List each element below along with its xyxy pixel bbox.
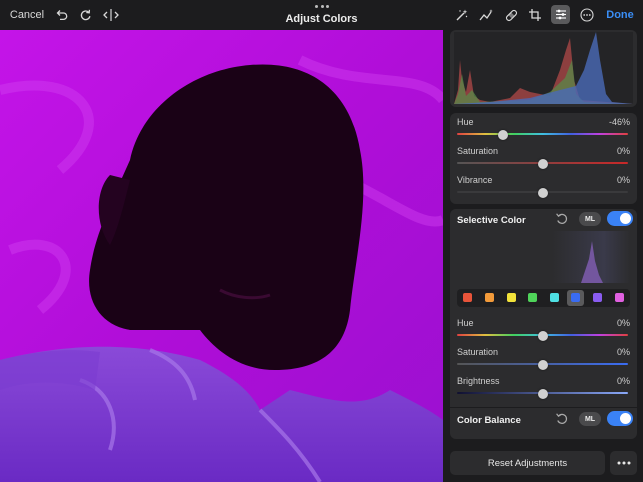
selective-brightness-label: Brightness xyxy=(457,376,500,386)
cancel-button[interactable]: Cancel xyxy=(8,0,46,30)
crop-icon[interactable] xyxy=(526,0,544,30)
ml-enhance-icon[interactable] xyxy=(477,0,495,30)
footer-more-icon[interactable] xyxy=(610,451,637,475)
more-options-icon[interactable] xyxy=(578,0,596,30)
selective-color-card: Selective Color ML Hue 0% Saturation 0% … xyxy=(450,209,637,439)
selective-color-toggle[interactable] xyxy=(607,211,633,226)
selective-hue-value: 0% xyxy=(616,318,630,328)
adjust-icon[interactable] xyxy=(551,5,570,24)
revert-icon[interactable] xyxy=(76,0,94,30)
more-handle[interactable] xyxy=(315,5,329,9)
divider xyxy=(450,407,637,408)
hue-slider-knob[interactable] xyxy=(498,130,509,140)
hue-value: -46% xyxy=(608,117,630,127)
adjustments-panel: Hue -46% Saturation 0% Vibrance 0% Selec… xyxy=(444,30,643,482)
color-swatch-6[interactable] xyxy=(593,293,603,302)
done-label: Done xyxy=(606,9,634,21)
hue-label: Hue xyxy=(457,117,474,127)
color-swatch-3[interactable] xyxy=(528,293,538,302)
hue-slider[interactable] xyxy=(457,133,628,135)
reset-adjustments-label: Reset Adjustments xyxy=(487,457,568,469)
photo-canvas[interactable] xyxy=(0,30,443,482)
selective-color-histogram xyxy=(457,231,630,283)
color-swatch-7[interactable] xyxy=(614,293,624,302)
histogram xyxy=(454,32,633,104)
basic-adjustments-card: Hue -46% Saturation 0% Vibrance 0% xyxy=(450,113,637,204)
selective-saturation-value: 0% xyxy=(616,347,630,357)
saturation-label: Saturation xyxy=(457,146,499,156)
color-balance-toggle[interactable] xyxy=(607,411,633,426)
selective-brightness-slider-knob[interactable] xyxy=(537,389,548,399)
selective-saturation-slider-knob[interactable] xyxy=(537,360,548,370)
top-toolbar: Cancel Adjust Colors Done xyxy=(0,0,643,30)
page-title: Adjust Colors xyxy=(285,13,358,25)
vibrance-label: Vibrance xyxy=(457,175,493,185)
color-swatch-1[interactable] xyxy=(484,293,494,302)
vibrance-value: 0% xyxy=(616,175,630,185)
magic-wand-icon[interactable] xyxy=(452,0,470,30)
color-swatch-4[interactable] xyxy=(549,293,559,302)
bandage-icon[interactable] xyxy=(502,0,520,30)
selective-hue-label: Hue xyxy=(457,318,474,328)
color-balance-reset-icon[interactable] xyxy=(555,412,569,426)
color-balance-ml-button[interactable]: ML xyxy=(579,412,601,426)
edited-photo xyxy=(0,30,443,482)
color-swatch-bar xyxy=(457,289,630,307)
saturation-slider-knob[interactable] xyxy=(537,159,548,169)
compare-icon[interactable] xyxy=(100,0,122,30)
color-balance-title: Color Balance xyxy=(457,415,521,426)
cancel-label: Cancel xyxy=(9,9,45,21)
selective-saturation-label: Saturation xyxy=(457,347,499,357)
vibrance-slider-knob[interactable] xyxy=(537,188,548,198)
color-swatch-0[interactable] xyxy=(463,293,473,302)
histogram-card xyxy=(450,30,637,107)
selective-color-title: Selective Color xyxy=(457,215,526,226)
selective-brightness-value: 0% xyxy=(616,376,630,386)
reset-adjustments-button[interactable]: Reset Adjustments xyxy=(450,451,605,475)
saturation-value: 0% xyxy=(616,146,630,156)
color-swatch-5[interactable] xyxy=(571,293,581,302)
selective-hue-slider-knob[interactable] xyxy=(537,331,548,341)
reset-icon[interactable] xyxy=(555,212,569,226)
color-swatch-2[interactable] xyxy=(506,293,516,302)
ml-button[interactable]: ML xyxy=(579,212,601,226)
done-button[interactable]: Done xyxy=(604,0,636,30)
undo-icon[interactable] xyxy=(52,0,70,30)
